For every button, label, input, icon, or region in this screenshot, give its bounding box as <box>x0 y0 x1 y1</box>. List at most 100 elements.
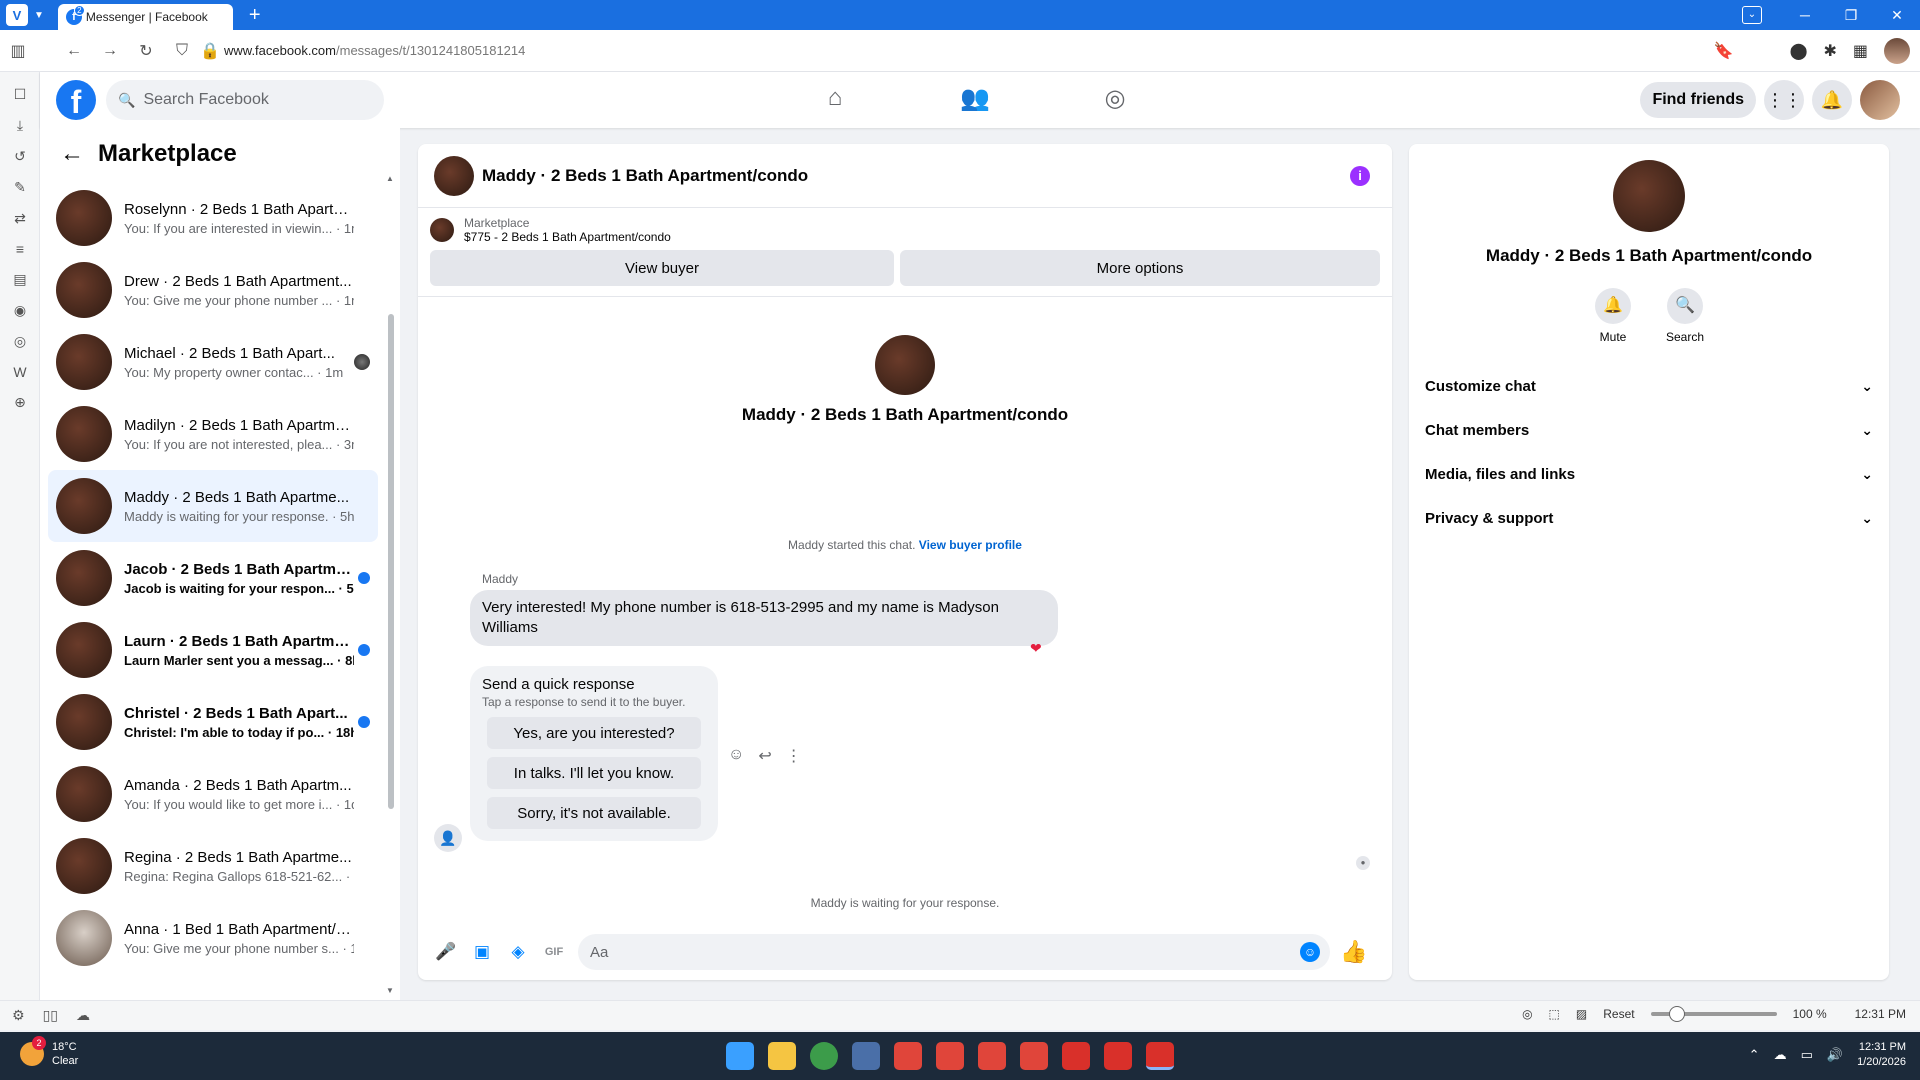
forward-arrow-icon[interactable]: → <box>92 42 128 60</box>
reply-arrow-icon[interactable]: ↩ <box>758 746 771 766</box>
facebook-search-input[interactable]: 🔍 Search Facebook <box>106 80 384 120</box>
chrome-icon[interactable] <box>810 1042 838 1070</box>
conversation-title[interactable]: Maddy · 2 Beds 1 Bath Apartment/condo <box>482 166 808 186</box>
marketplace-listing[interactable]: Marketplace $775 - 2 Beds 1 Bath Apartme… <box>418 208 1392 244</box>
chat-list-item[interactable]: Anna · 1 Bed 1 Bath Apartment/c... You: G… <box>48 902 378 974</box>
file-explorer-icon[interactable] <box>768 1042 796 1070</box>
vivaldi-menu-button[interactable]: V <box>6 4 28 26</box>
find-friends-button[interactable]: Find friends <box>1640 82 1756 118</box>
vivaldi-icon[interactable] <box>1104 1042 1132 1070</box>
chat-members-section[interactable]: Chat members ⌄ <box>1409 408 1889 452</box>
account-avatar[interactable] <box>1860 80 1900 120</box>
scrollbar-thumb[interactable] <box>388 314 394 809</box>
chat-list-item[interactable]: Madilyn · 2 Beds 1 Bath Apartme... You: I… <box>48 398 378 470</box>
thumbs-up-icon[interactable]: 👍 <box>1340 939 1367 965</box>
chat-list-item[interactable]: Roselynn · 2 Beds 1 Bath Apartm... You: I… <box>48 182 378 254</box>
menu-grid-icon[interactable]: ⋮⋮ <box>1764 80 1804 120</box>
facebook-logo[interactable]: f <box>56 80 96 120</box>
vivaldi-profile-icon[interactable] <box>978 1042 1006 1070</box>
chat-list-item[interactable]: Michael · 2 Beds 1 Bath Apart... You: My … <box>48 326 378 398</box>
capture-icon[interactable]: ◎ <box>1522 1007 1532 1021</box>
microphone-icon[interactable]: 🎤 <box>428 942 464 962</box>
zoom-slider[interactable] <box>1650 1006 1777 1022</box>
network-icon[interactable]: ▭ <box>1801 1047 1813 1063</box>
notepad-icon[interactable] <box>852 1042 880 1070</box>
back-arrow-icon[interactable]: ← <box>60 140 84 168</box>
chat-list-item[interactable]: Regina · 2 Beds 1 Bath Apartme... Regina:… <box>48 830 378 902</box>
downloads-panel-icon[interactable]: ⤓ <box>0 117 40 134</box>
browser-tab-messenger[interactable]: f 2 Messenger | Facebook <box>57 4 233 30</box>
image-toggle-icon[interactable]: ▨ <box>1576 1007 1587 1021</box>
chat-list-item[interactable]: Maddy · 2 Beds 1 Bath Apartme... Maddy is… <box>48 470 378 542</box>
chat-list-item[interactable]: Amanda · 2 Beds 1 Bath Apartm... You: If … <box>48 758 378 830</box>
chat-list-item[interactable]: Christel · 2 Beds 1 Bath Apart... Christe… <box>48 686 378 758</box>
tab-list-icon[interactable]: ⌄ <box>1742 6 1762 24</box>
volume-icon[interactable]: 🔊 <box>1827 1047 1843 1063</box>
friends-icon[interactable]: 👥 <box>960 84 990 113</box>
message-input[interactable]: Aa ☺ <box>578 934 1330 970</box>
scroll-down-icon[interactable]: ▼ <box>386 986 394 995</box>
message-bubble[interactable]: Very interested! My phone number is 618-… <box>470 590 1058 646</box>
vivaldi-active-icon[interactable] <box>1146 1042 1174 1070</box>
emoji-icon[interactable]: ☺ <box>1300 942 1320 962</box>
restore-button[interactable]: ❐ <box>1828 7 1874 24</box>
quick-response-button[interactable]: Yes, are you interested? <box>487 717 701 749</box>
chat-list-item[interactable]: Drew · 2 Beds 1 Bath Apartment... You: Gi… <box>48 254 378 326</box>
search-conversation-button[interactable]: 🔍 Search <box>1666 288 1704 344</box>
page-actions-icon[interactable]: ⬚ <box>1549 1007 1560 1021</box>
extension-puzzle-icon[interactable]: ✱ <box>1823 41 1836 61</box>
vivaldi-profile-icon[interactable] <box>1020 1042 1048 1070</box>
mastodon-panel-icon[interactable]: ◉ <box>0 302 40 319</box>
quick-response-button[interactable]: In talks. I'll let you know. <box>487 757 701 789</box>
sticker-icon[interactable]: ◈ <box>500 942 536 962</box>
bookmarks-panel-icon[interactable]: ☐ <box>0 86 40 103</box>
notifications-bell-icon[interactable]: 🔔 <box>1812 80 1852 120</box>
privacy-support-section[interactable]: Privacy & support ⌄ <box>1409 496 1889 540</box>
chat-list-item[interactable]: Laurn · 2 Beds 1 Bath Apartme... Laurn Ma… <box>48 614 378 686</box>
view-buyer-button[interactable]: View buyer <box>430 250 895 286</box>
vivaldi-icon[interactable] <box>1062 1042 1090 1070</box>
more-options-button[interactable]: More options <box>900 250 1380 286</box>
address-field[interactable]: www.facebook.com/messages/t/130124180518… <box>224 43 525 58</box>
vivaldi-panel-icon[interactable]: ◎ <box>0 333 40 350</box>
close-window-button[interactable]: ✕ <box>1874 7 1920 24</box>
mute-button[interactable]: 🔔 Mute <box>1595 288 1631 344</box>
weather-widget[interactable]: 2 18°C Clear <box>20 1036 78 1068</box>
system-clock[interactable]: 12:31 PM 1/20/2026 <box>1857 1040 1906 1070</box>
zoom-slider-knob[interactable] <box>1668 1006 1685 1022</box>
groups-icon[interactable]: ◎ <box>1100 84 1130 113</box>
vivaldi-profile-icon[interactable] <box>936 1042 964 1070</box>
translate-panel-icon[interactable]: ⇄ <box>0 210 40 227</box>
start-windows-icon[interactable] <box>726 1042 754 1070</box>
notes-panel-icon[interactable]: ✎ <box>0 179 40 196</box>
vivaldi-profile-icon[interactable] <box>894 1042 922 1070</box>
extension-circle-icon[interactable]: ⬤ <box>1790 41 1808 61</box>
info-icon[interactable]: i <box>1350 166 1370 186</box>
conversation-avatar[interactable] <box>434 155 474 196</box>
heart-reaction-icon[interactable]: ❤ <box>1030 640 1042 657</box>
extensions-icon[interactable]: ▦ <box>1853 41 1868 61</box>
browser-profile-avatar[interactable] <box>1884 37 1910 64</box>
wikipedia-panel-icon[interactable]: W <box>0 364 40 380</box>
new-tab-button[interactable]: + <box>249 4 261 27</box>
scroll-up-icon[interactable]: ▲ <box>386 174 394 183</box>
home-icon[interactable]: ⌂ <box>820 84 850 113</box>
zoom-reset-button[interactable]: Reset <box>1603 1007 1634 1021</box>
minimize-button[interactable]: ─ <box>1782 7 1828 23</box>
tile-tabs-icon[interactable]: ▯▯ <box>43 1007 58 1024</box>
onedrive-cloud-icon[interactable]: ☁ <box>1774 1047 1787 1063</box>
view-buyer-profile-link[interactable]: View buyer profile <box>919 538 1022 552</box>
bookmark-icon[interactable]: 🔖 <box>1714 41 1734 61</box>
intro-avatar[interactable] <box>875 335 935 395</box>
notes-list-panel-icon[interactable]: ▤ <box>0 271 40 288</box>
more-vertical-icon[interactable]: ⋮ <box>786 746 802 766</box>
quick-response-button[interactable]: Sorry, it's not available. <box>487 797 701 829</box>
customize-chat-section[interactable]: Customize chat ⌄ <box>1409 364 1889 408</box>
sync-cloud-icon[interactable]: ☁ <box>76 1007 90 1024</box>
settings-gear-icon[interactable]: ⚙ <box>12 1007 25 1024</box>
add-panel-icon[interactable]: ⊕ <box>0 394 40 411</box>
react-emoji-icon[interactable]: ☺ <box>728 746 744 766</box>
shield-icon[interactable]: ⛉ <box>164 42 200 60</box>
tray-chevron-up-icon[interactable]: ⌃ <box>1749 1047 1760 1063</box>
chat-list-scrollbar[interactable]: ▲ ▼ <box>386 174 394 995</box>
